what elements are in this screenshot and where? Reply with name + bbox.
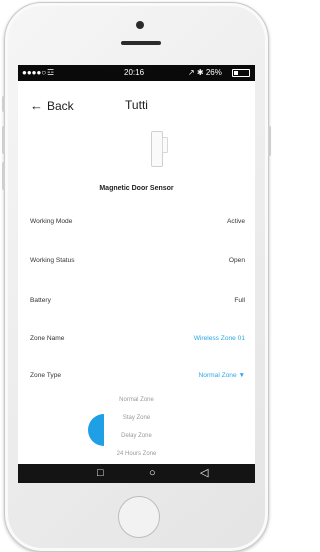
home-button[interactable]: ○ — [149, 467, 156, 480]
setting-label: Zone Type — [30, 372, 62, 379]
setting-row-working-mode: Working Mode Active — [30, 218, 245, 238]
setting-value: Open — [228, 257, 245, 264]
volume-down-button — [2, 162, 5, 190]
screen: ●●●●○ ☲ 20:16 ↗ ✱ 26% ← Back Tutti Magnet… — [18, 65, 255, 483]
camera-icon — [136, 21, 144, 29]
setting-row-zone-type[interactable]: Zone Type Normal Zone ▼ — [30, 372, 245, 392]
speaker-grille — [121, 41, 161, 45]
half-circle-indicator-icon — [88, 414, 104, 446]
setting-label: Working Status — [30, 257, 75, 264]
back-nav-button[interactable]: ◁ — [200, 467, 208, 480]
setting-value: Active — [227, 218, 245, 225]
battery-icon — [232, 69, 250, 77]
recent-apps-button[interactable]: □ — [97, 467, 104, 480]
zone-option-24h[interactable]: 24 Hours Zone — [18, 451, 255, 457]
setting-row-battery: Battery Full — [30, 297, 245, 317]
setting-row-zone-name[interactable]: Zone Name Wireless Zone 01 — [30, 335, 245, 355]
navigation-bar: ← Back Tutti — [18, 81, 255, 123]
zone-option-stay[interactable]: Stay Zone — [18, 415, 255, 421]
wifi-icon: ☲ — [47, 68, 55, 77]
door-sensor-magnet-icon — [162, 137, 168, 153]
device-name: Magnetic Door Sensor — [99, 185, 174, 192]
volume-up-button — [2, 126, 5, 154]
signal-icon: ●●●●○ — [22, 68, 47, 77]
setting-row-working-status: Working Status Open — [30, 257, 245, 277]
phone-frame: ●●●●○ ☲ 20:16 ↗ ✱ 26% ← Back Tutti Magnet… — [4, 2, 269, 552]
android-navigation-bar: □ ○ ◁ — [18, 464, 255, 483]
page-title: Tutti — [125, 98, 148, 112]
zone-type-select[interactable]: Normal Zone ▼ — [199, 372, 245, 379]
zone-name-value[interactable]: Wireless Zone 01 — [194, 335, 245, 342]
setting-label: Working Mode — [30, 218, 73, 225]
status-time: 20:16 — [124, 68, 145, 77]
mute-switch — [2, 96, 5, 112]
status-bar: ●●●●○ ☲ 20:16 ↗ ✱ 26% — [18, 65, 255, 81]
zone-option-normal[interactable]: Normal Zone — [18, 397, 255, 403]
power-button — [268, 126, 271, 156]
setting-label: Battery — [30, 297, 51, 304]
setting-value: Full — [234, 297, 245, 304]
setting-label: Zone Name — [30, 335, 65, 342]
zone-option-delay[interactable]: Delay Zone — [18, 433, 255, 439]
physical-home-button[interactable] — [118, 496, 160, 538]
status-indicators: ↗ ✱ 26% — [188, 68, 222, 77]
